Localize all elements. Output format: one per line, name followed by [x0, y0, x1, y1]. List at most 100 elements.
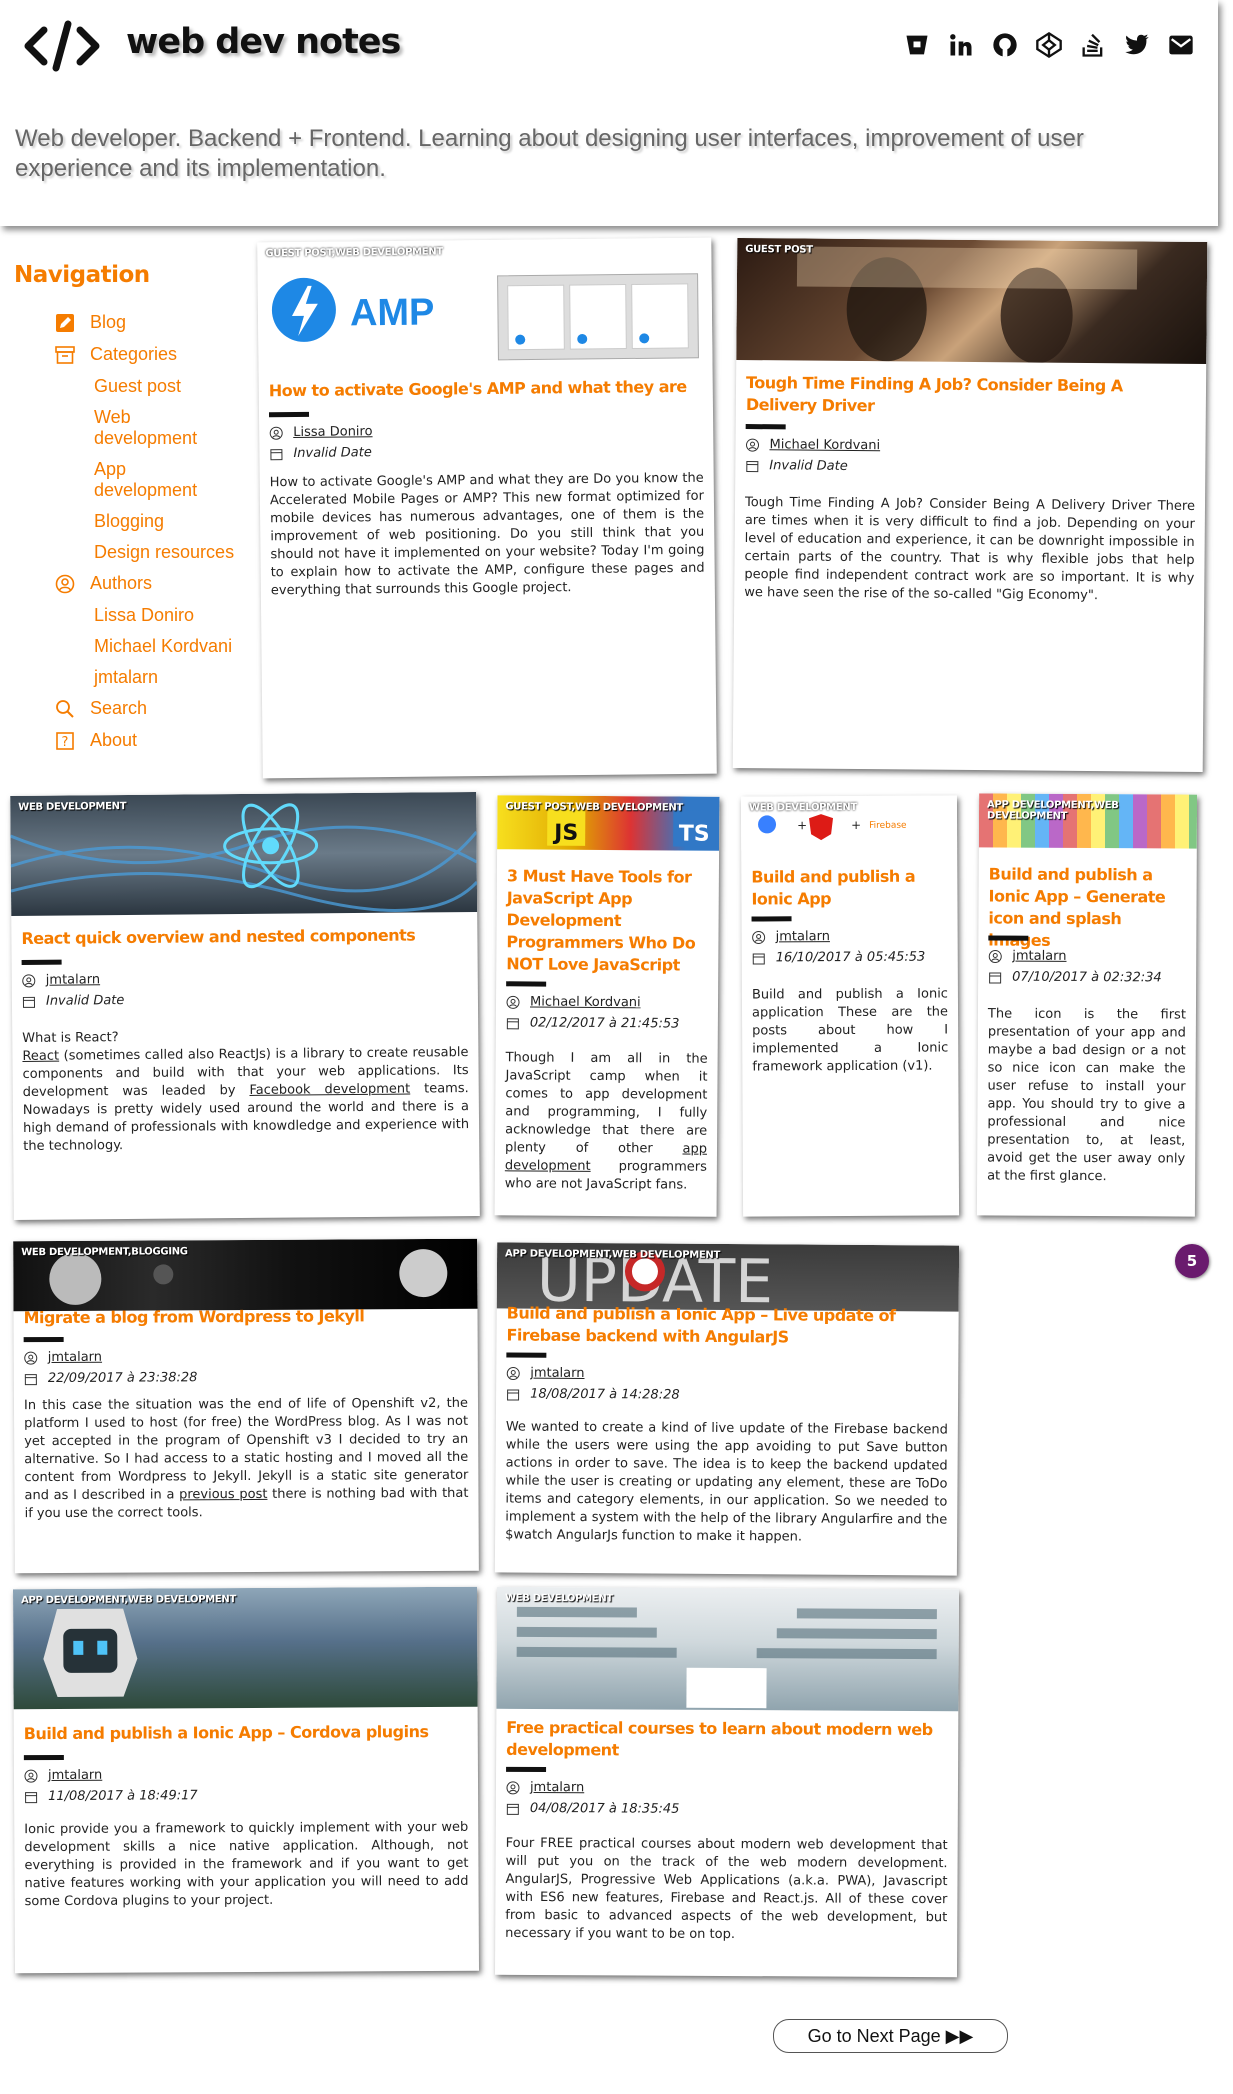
- post-category: WEB DEVELOPMENT: [748, 801, 857, 814]
- post-author[interactable]: jmtalarn: [530, 1777, 584, 1798]
- nav-item-app-development[interactable]: App development: [14, 459, 214, 501]
- title-underline: [745, 424, 786, 430]
- nav-item-jmtalarn[interactable]: jmtalarn: [14, 667, 254, 688]
- post-meta: jmtalarn 11/08/2017 à 18:49:17: [24, 1763, 468, 1807]
- nav-item-blog[interactable]: Blog: [14, 312, 254, 334]
- site-header: web dev notes Web developer. Backend + F…: [0, 0, 1218, 226]
- post-category: GUEST POST,WEB DEVELOPMENT: [505, 801, 684, 814]
- stackoverflow-icon[interactable]: [1078, 30, 1108, 60]
- post-author[interactable]: Michael Kordvani: [769, 434, 880, 456]
- post-meta: jmtalarn 04/08/2017 à 18:35:45: [506, 1777, 948, 1821]
- title-underline: [988, 935, 1029, 941]
- post-date: Invalid Date: [769, 458, 848, 474]
- user-icon: [745, 438, 760, 452]
- post-author[interactable]: Lissa Doniro: [293, 421, 373, 443]
- nav-title: Navigation: [14, 262, 150, 288]
- post-author[interactable]: jmtalarn: [46, 969, 100, 990]
- post-title[interactable]: Tough Time Finding A Job? Consider Being…: [746, 372, 1196, 420]
- post-category: WEB DEVELOPMENT: [504, 1592, 613, 1605]
- navigation: Navigation Blog Categories Guest post We…: [14, 262, 254, 762]
- ts-logo-text: TS: [679, 821, 710, 846]
- react-link[interactable]: React: [22, 1049, 59, 1064]
- post-card[interactable]: APP DEVELOPMENT,WEB DEVELOPMENT Build an…: [976, 793, 1198, 1217]
- post-excerpt: The icon is the first presentation of yo…: [987, 1006, 1186, 1185]
- nav-item-search[interactable]: Search: [14, 698, 254, 720]
- post-title[interactable]: How to activate Google's AMP and what th…: [269, 376, 703, 403]
- post-title[interactable]: Free practical courses to learn about mo…: [506, 1717, 948, 1763]
- post-card[interactable]: WEB DEVELOPMENT React quick overview and…: [10, 791, 480, 1221]
- social-links: [902, 30, 1196, 60]
- post-title[interactable]: Migrate a blog from Wordpress to Jekyll: [23, 1305, 467, 1329]
- post-author[interactable]: Michael Kordvani: [530, 991, 641, 1013]
- post-card[interactable]: UPDATE APP DEVELOPMENT,WEB DEVELOPMENT B…: [494, 1242, 960, 1576]
- search-icon: [56, 700, 74, 718]
- nav-item-about[interactable]: ? About: [14, 730, 254, 752]
- bitbucket-icon[interactable]: [902, 30, 932, 60]
- post-excerpt: Build and publish a Ionic application Th…: [751, 986, 949, 1075]
- question-icon: ?: [56, 732, 74, 750]
- page-number-badge[interactable]: 5: [1175, 1244, 1209, 1278]
- post-title[interactable]: Build and publish a Ionic App – Live upd…: [506, 1302, 948, 1349]
- post-title[interactable]: Build and publish a Ionic App: [751, 865, 947, 910]
- calendar-icon: [988, 970, 1002, 984]
- nav-item-blogging[interactable]: Blogging: [14, 511, 254, 532]
- excerpt-text: Though I am all in the JavaScript camp w…: [504, 1050, 708, 1157]
- post-date: Invalid Date: [293, 445, 372, 462]
- post-author[interactable]: jmtalarn: [1012, 946, 1066, 967]
- previous-post-link[interactable]: previous post: [179, 1487, 267, 1502]
- post-date: 11/08/2017 à 18:49:17: [48, 1788, 198, 1805]
- nav-item-web-development[interactable]: Web development: [14, 407, 214, 449]
- post-card[interactable]: AMP GUEST POST,WEB DEVELOPMENT How to ac…: [257, 237, 717, 779]
- post-card[interactable]: + + Firebase WEB DEVELOPMENT Build and p…: [740, 795, 960, 1217]
- nav-item-design-resources[interactable]: Design resources: [14, 542, 254, 563]
- post-card[interactable]: APP DEVELOPMENT,WEB DEVELOPMENT Build an…: [12, 1586, 480, 1974]
- twitter-icon[interactable]: [1122, 30, 1152, 60]
- email-icon[interactable]: [1166, 30, 1196, 60]
- post-category: WEB DEVELOPMENT,BLOGGING: [21, 1246, 188, 1259]
- linkedin-icon[interactable]: [946, 30, 976, 60]
- nav-item-lissa-doniro[interactable]: Lissa Doniro: [14, 605, 254, 626]
- codepen-icon[interactable]: [1034, 30, 1064, 60]
- calendar-icon: [269, 447, 283, 461]
- nav-label-about: About: [90, 730, 138, 750]
- nav-item-guest-post[interactable]: Guest post: [14, 376, 254, 397]
- title-underline: [21, 959, 62, 965]
- calendar-icon: [506, 1016, 520, 1030]
- post-excerpt: Though I am all in the JavaScript camp w…: [505, 1049, 708, 1194]
- post-meta: jmtalarn 07/10/2017 à 02:32:34: [988, 945, 1186, 988]
- calendar-icon: [24, 1790, 38, 1804]
- calendar-icon: [24, 1372, 38, 1386]
- post-card[interactable]: WEB DEVELOPMENT,BLOGGING Migrate a blog …: [13, 1238, 479, 1574]
- post-card[interactable]: GUEST POST Tough Time Finding A Job? Con…: [732, 237, 1208, 773]
- post-excerpt: We wanted to create a kind of live updat…: [505, 1419, 948, 1545]
- post-category: APP DEVELOPMENT,WEB DEVELOPMENT: [986, 799, 1119, 822]
- site-title[interactable]: web dev notes: [126, 22, 401, 62]
- code-logo-icon[interactable]: [24, 18, 100, 74]
- post-excerpt: Ionic provide you a framework to quickly…: [24, 1819, 469, 1910]
- post-card[interactable]: JS TS GUEST POST,WEB DEVELOPMENT 3 Must …: [494, 795, 720, 1217]
- post-author[interactable]: jmtalarn: [48, 1765, 102, 1786]
- title-underline: [268, 411, 310, 418]
- post-title[interactable]: Build and publish a Ionic App – Cordova …: [24, 1721, 468, 1745]
- nav-item-categories[interactable]: Categories: [14, 344, 254, 366]
- nav-item-authors[interactable]: Authors: [14, 573, 254, 595]
- title-underline: [751, 916, 792, 922]
- calendar-icon: [506, 1801, 520, 1815]
- post-date: 04/08/2017 à 18:35:45: [529, 1800, 680, 1817]
- post-excerpt: Tough Time Finding A Job? Consider Being…: [744, 495, 1196, 604]
- post-title[interactable]: 3 Must Have Tools for JavaScript App Dev…: [506, 865, 709, 976]
- post-author[interactable]: jmtalarn: [530, 1363, 584, 1384]
- github-icon[interactable]: [990, 30, 1020, 60]
- calendar-icon: [752, 951, 766, 965]
- user-icon: [506, 1366, 520, 1380]
- nav-item-michael-kordvani[interactable]: Michael Kordvani: [14, 636, 254, 657]
- post-author[interactable]: jmtalarn: [48, 1347, 102, 1368]
- post-card[interactable]: WEB DEVELOPMENT Free practical courses t…: [494, 1586, 960, 1978]
- post-author[interactable]: jmtalarn: [776, 926, 830, 947]
- title-underline: [23, 1336, 64, 1343]
- facebook-development-link[interactable]: Facebook development: [249, 1082, 410, 1098]
- post-excerpt: In this case the situation was the end o…: [24, 1395, 469, 1523]
- user-icon: [752, 930, 766, 944]
- post-title[interactable]: React quick overview and nested componen…: [21, 924, 467, 950]
- next-page-button[interactable]: Go to Next Page ▶▶: [773, 2019, 1008, 2053]
